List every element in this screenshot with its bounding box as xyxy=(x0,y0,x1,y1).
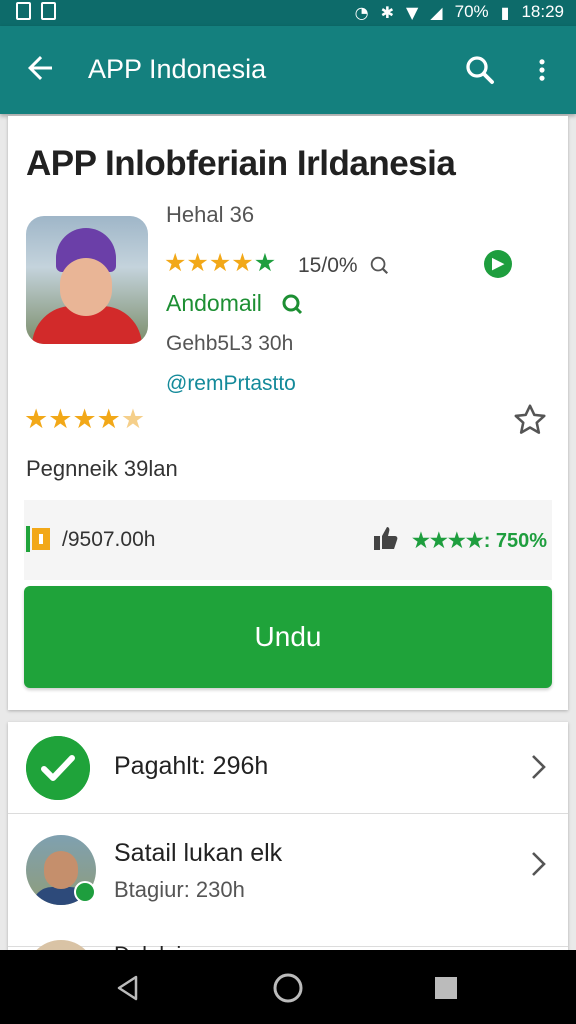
status-icons: ◔ ✱ ▼ ◢ 70% ▮ 18:29 xyxy=(355,2,564,22)
checkmark-icon xyxy=(26,736,90,800)
online-badge-icon xyxy=(74,881,96,903)
developer-link[interactable]: @remPrtastto xyxy=(166,372,296,396)
rating-percent: 15/0% xyxy=(298,254,358,277)
details-list-card: Pagahlt: 296h Satail lukan elk Btagiur: … xyxy=(8,722,568,980)
icon-figure-face xyxy=(60,258,112,316)
notification-icon xyxy=(41,2,56,20)
star-icon: ★ xyxy=(186,248,209,277)
star-icon: ★ xyxy=(164,248,187,277)
favorite-star-icon[interactable] xyxy=(512,402,548,438)
nav-recent-apps-icon[interactable] xyxy=(434,976,458,1000)
star-half-icon: ★ xyxy=(120,404,146,435)
app-icon xyxy=(26,216,148,344)
chevron-right-icon xyxy=(532,755,546,779)
list-item-title: Pagahlt: 296h xyxy=(114,752,269,780)
app-bar-title: APP Indonesia xyxy=(88,54,267,84)
app-size: Gehb5L3 30h xyxy=(166,332,294,355)
notification-icon xyxy=(16,2,31,20)
user-rating-stars[interactable]: ★ ★ ★ ★ ★ xyxy=(24,406,145,433)
app-detail-text: Hehal 36 xyxy=(166,202,255,227)
navigation-bar xyxy=(0,950,576,1024)
star-icon: ★ xyxy=(24,404,49,435)
nav-home-icon[interactable] xyxy=(272,972,304,1004)
star-icon: ★ xyxy=(48,404,73,435)
developer-name[interactable]: Andomail xyxy=(166,290,262,317)
install-button[interactable]: Undu xyxy=(24,586,552,688)
list-item[interactable]: Pagahlt: 296h xyxy=(8,722,568,814)
avatar-face xyxy=(44,851,78,889)
verified-badge-icon: ▶ xyxy=(484,250,512,278)
list-item-subtitle: Btagiur: 230h xyxy=(114,877,245,902)
star-icon: ★ xyxy=(253,248,277,277)
reviews-count: Pegnneik 39lan xyxy=(26,456,178,481)
signal-icon: ◢ xyxy=(430,2,443,22)
nav-back-icon[interactable] xyxy=(114,974,142,1002)
star-icon: ★ xyxy=(96,404,121,435)
bluetooth-icon: ✱ xyxy=(380,2,394,22)
info-search-icon[interactable] xyxy=(368,254,390,276)
star-icon: ★ xyxy=(72,404,97,435)
rating-summary: ★★★★: 750% xyxy=(412,530,548,552)
more-vert-icon[interactable] xyxy=(528,52,556,88)
list-item-title: Satail lukan elk xyxy=(114,839,283,867)
app-name: APP Inlobferiain Irldanesia xyxy=(26,144,456,183)
star-icon: ★ xyxy=(231,248,254,277)
developer-search-icon[interactable] xyxy=(280,292,304,316)
status-bar: ◔ ✱ ▼ ◢ 70% ▮ 18:29 xyxy=(0,0,576,26)
thumbs-up-icon xyxy=(374,527,398,550)
info-bar: /9507.00h ★★★★: 750% xyxy=(24,500,552,580)
price-tag-icon xyxy=(26,526,50,552)
rating-stars: ★ ★ ★ ★ ★ xyxy=(164,250,276,275)
star-icon: ★ xyxy=(208,248,232,277)
price-text: /9507.00h xyxy=(62,528,156,551)
wifi-icon: ▼ xyxy=(405,2,419,22)
app-bar: APP Indonesia xyxy=(0,26,576,114)
notification-icons xyxy=(16,2,56,20)
app-detail-card: APP Inlobferiain Irldanesia Hehal 36 ★ ★… xyxy=(8,116,568,710)
chevron-right-icon xyxy=(532,852,546,876)
nfc-icon: ◔ xyxy=(354,2,369,22)
list-item[interactable]: Satail lukan elk Btagiur: 230h xyxy=(8,815,568,947)
search-icon[interactable] xyxy=(462,52,498,88)
clock: 18:29 xyxy=(521,2,564,21)
battery-percent: 70% xyxy=(454,2,489,21)
battery-icon: ▮ xyxy=(500,2,510,22)
back-arrow-icon[interactable] xyxy=(22,50,58,86)
